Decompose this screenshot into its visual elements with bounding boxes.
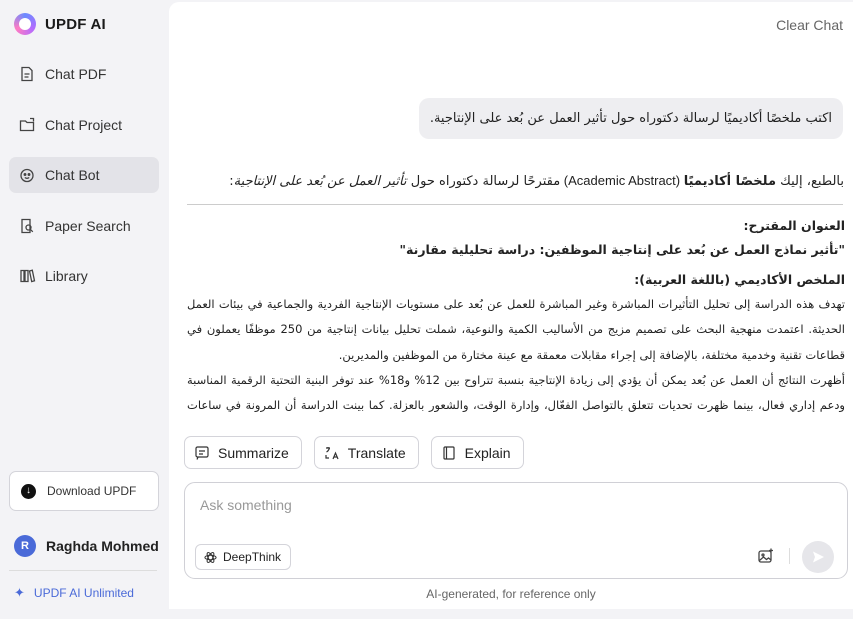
sidebar-item-label: Paper Search [45, 217, 131, 234]
user-name: Raghda Mohmed [46, 538, 159, 554]
translate-label: Translate [347, 444, 406, 461]
ai-disclaimer: AI-generated, for reference only [426, 587, 596, 601]
chat-panel: Clear Chat اكتب ملخصًا أكاديميًا لرسالة … [169, 2, 853, 609]
book-icon [443, 445, 455, 460]
folder-chat-icon [19, 117, 35, 131]
sidebar-item-chat-project[interactable]: Chat Project [9, 107, 159, 143]
clear-chat-button[interactable]: Clear Chat [776, 17, 843, 33]
sidebar-item-chat-pdf[interactable]: Chat PDF [9, 56, 159, 92]
sidebar-item-label: Chat PDF [45, 66, 107, 82]
user-profile[interactable]: R Raghda Mohmed [14, 535, 159, 557]
avatar: R [14, 535, 36, 557]
quick-actions: Summarize Translate Explain [184, 436, 524, 469]
sidebar-item-library[interactable]: Library [9, 258, 159, 294]
deepthink-toggle[interactable]: DeepThink [195, 544, 292, 570]
sidebar-item-chat-bot[interactable]: Chat Bot [9, 157, 159, 194]
deepthink-icon [204, 551, 217, 563]
title-text: "تأثير نماذج العمل عن بُعد على إنتاجية ا… [399, 242, 845, 257]
send-icon [813, 551, 824, 563]
explain-button[interactable]: Explain [430, 436, 524, 469]
download-icon: ↓ [21, 483, 36, 499]
assistant-response: العنوان المقترح: "تأثير نماذج العمل عن ب… [187, 214, 845, 424]
image-upload-icon[interactable] [757, 547, 775, 565]
paper-search-icon [21, 218, 34, 233]
brand-name: UPDF AI [45, 15, 106, 33]
sidebar-item-label: Library [45, 268, 88, 285]
ask-input[interactable] [200, 497, 800, 513]
summarize-button[interactable]: Summarize [184, 436, 302, 469]
pdf-chat-icon [21, 66, 33, 82]
library-icon [20, 269, 36, 283]
composer-divider [789, 548, 790, 564]
send-button[interactable] [802, 541, 834, 573]
updf-logo-icon [14, 13, 36, 35]
abstract-paragraph: أظهرت النتائج أن العمل عن بُعد يمكن أن ي… [187, 372, 845, 424]
sidebar-nav: Chat PDF Chat Project Chat Bot Paper Sea… [9, 56, 159, 309]
summarize-icon [195, 445, 209, 460]
sidebar-item-label: Chat Bot [45, 167, 100, 184]
user-message: اكتب ملخصًا أكاديميًا لرسالة دكتوراه حول… [418, 98, 843, 139]
bot-icon [20, 169, 34, 183]
summarize-label: Summarize [218, 444, 289, 461]
sidebar-divider [9, 570, 157, 571]
response-divider [187, 204, 843, 205]
translate-icon [325, 446, 339, 459]
sparkle-icon: ✦ [14, 585, 25, 600]
brand[interactable]: UPDF AI [14, 13, 106, 35]
translate-button[interactable]: Translate [313, 436, 419, 469]
composer: DeepThink [184, 482, 848, 579]
abstract-paragraph: تهدف هذه الدراسة إلى تحليل التأثيرات الم… [187, 297, 845, 362]
assistant-intro: بالطبع، إليك ملخصًا أكاديميًا (Academic … [229, 173, 844, 189]
explain-label: Explain [464, 444, 511, 461]
sidebar-item-label: Chat Project [45, 116, 123, 133]
deepthink-label: DeepThink [223, 550, 282, 564]
plan-link[interactable]: ✦ UPDF AI Unlimited [14, 585, 134, 601]
plan-label: UPDF AI Unlimited [33, 586, 134, 600]
title-heading: العنوان المقترح: [743, 218, 845, 233]
download-updf-button[interactable]: ↓ Download UPDF [9, 471, 159, 511]
sidebar-item-paper-search[interactable]: Paper Search [9, 208, 159, 244]
download-label: Download UPDF [47, 484, 137, 498]
sidebar: UPDF AI Chat PDF Chat Project Chat Bot P… [0, 0, 168, 619]
abstract-heading: الملخص الأكاديمي (باللغة العربية): [634, 272, 845, 287]
